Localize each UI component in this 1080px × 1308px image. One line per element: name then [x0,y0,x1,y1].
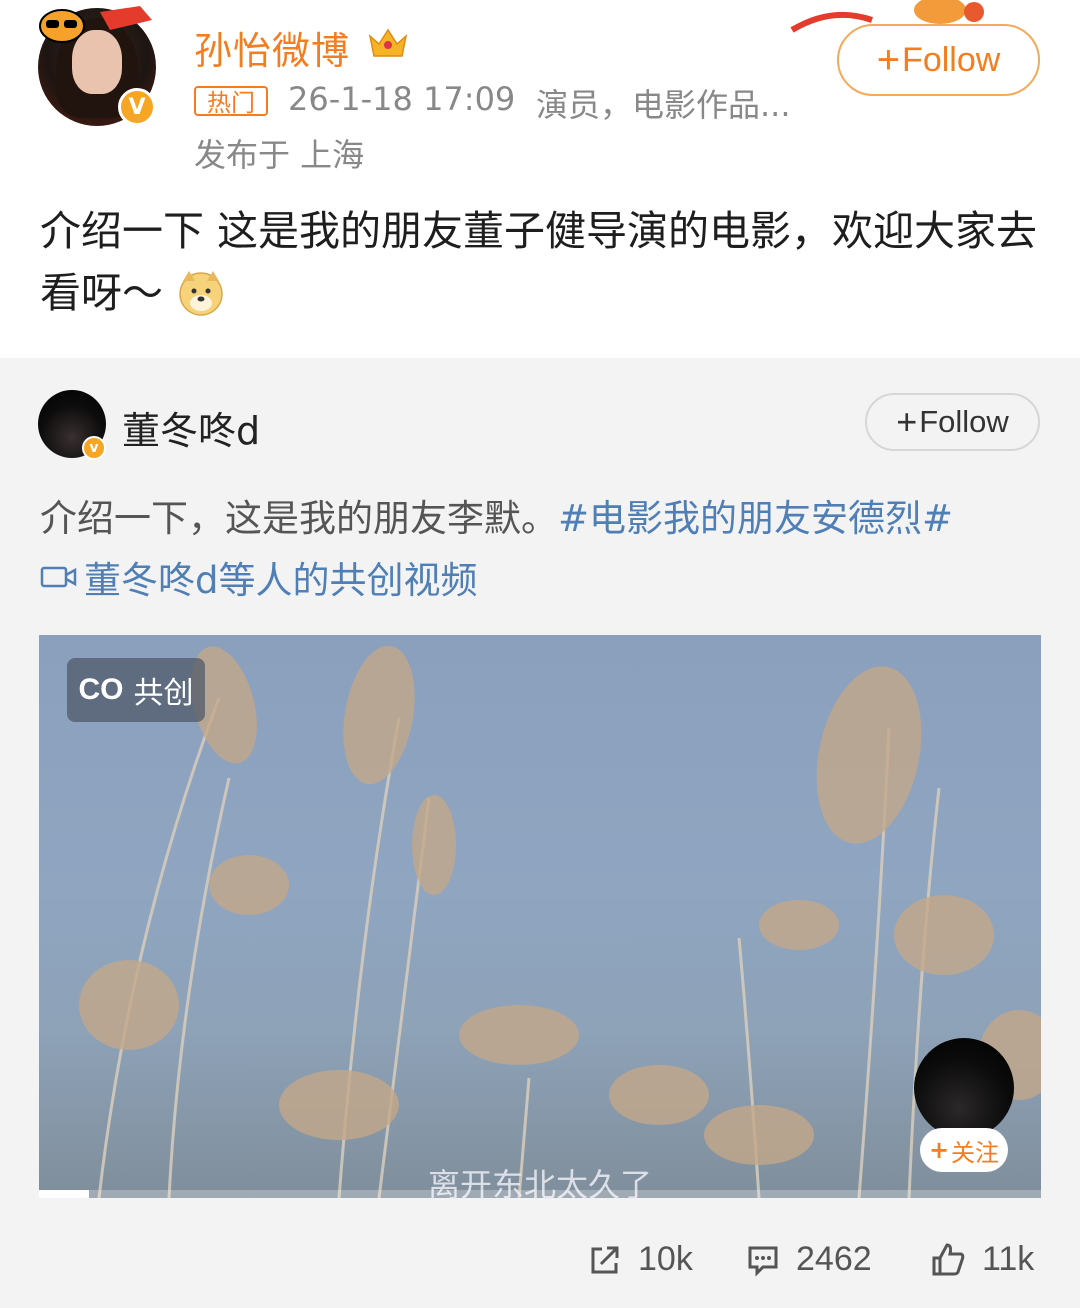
repost-text: 介绍一下，这是我的朋友李默。#电影我的朋友安德烈# [40,488,953,542]
video-progress-fill [39,1190,90,1198]
author-tags: 演员，电影作品... [536,86,791,124]
share-icon [591,1246,619,1273]
follow-button-label: Follow [902,40,1001,79]
repost-follow-label: Follow [919,404,1009,439]
repost-body: 介绍一下，这是我的朋友李默。 [40,497,558,540]
repost-follow-button[interactable]: + Follow [865,393,1040,451]
comment-button[interactable]: 2462 [746,1240,872,1279]
like-button[interactable]: 11k [930,1240,1034,1279]
video-subtitle: 离开东北太久了 [427,1166,652,1204]
post-text: 介绍一下 这是我的朋友董子健导演的电影，欢迎大家去看呀～ [40,200,1040,324]
cocreate-video-link[interactable]: 董冬咚d等人的共创视频 [40,550,478,604]
verified-icon: V [118,88,156,126]
avatar-face [72,30,122,94]
cocreate-prefix: CO [78,673,124,706]
video-camera-icon [40,566,77,588]
hot-badge: 热门 [194,86,268,117]
author-name[interactable]: 孙怡微博 [194,20,350,75]
like-icon [932,1242,965,1275]
like-count: 11k [982,1240,1035,1278]
cocreate-video-label: 董冬咚d等人的共创视频 [84,559,478,602]
post-location: 发布于 上海 [194,136,365,174]
follow-button[interactable]: + Follow [837,24,1040,96]
cocreate-badge: CO 共创 [67,658,205,722]
comment-icon [748,1246,778,1277]
crown-icon [368,28,408,57]
plus-icon: + [896,401,918,442]
post-timestamp: 26-1-18 17:09 [288,80,516,118]
repost-author-name[interactable]: 董冬咚d [122,400,260,455]
video-progress-bar[interactable] [39,1190,1041,1198]
plus-icon: + [876,37,901,82]
doge-emoji-icon [179,271,223,316]
share-count: 10k [638,1240,693,1278]
hashtag-link[interactable]: #电影我的朋友安德烈# [558,497,953,540]
comment-count: 2462 [796,1240,872,1278]
cocreate-badge-label: 共创 [133,676,194,711]
verified-icon: v [82,436,106,460]
share-button[interactable]: 10k [588,1240,693,1279]
video-creator-avatar[interactable] [914,1038,1014,1138]
